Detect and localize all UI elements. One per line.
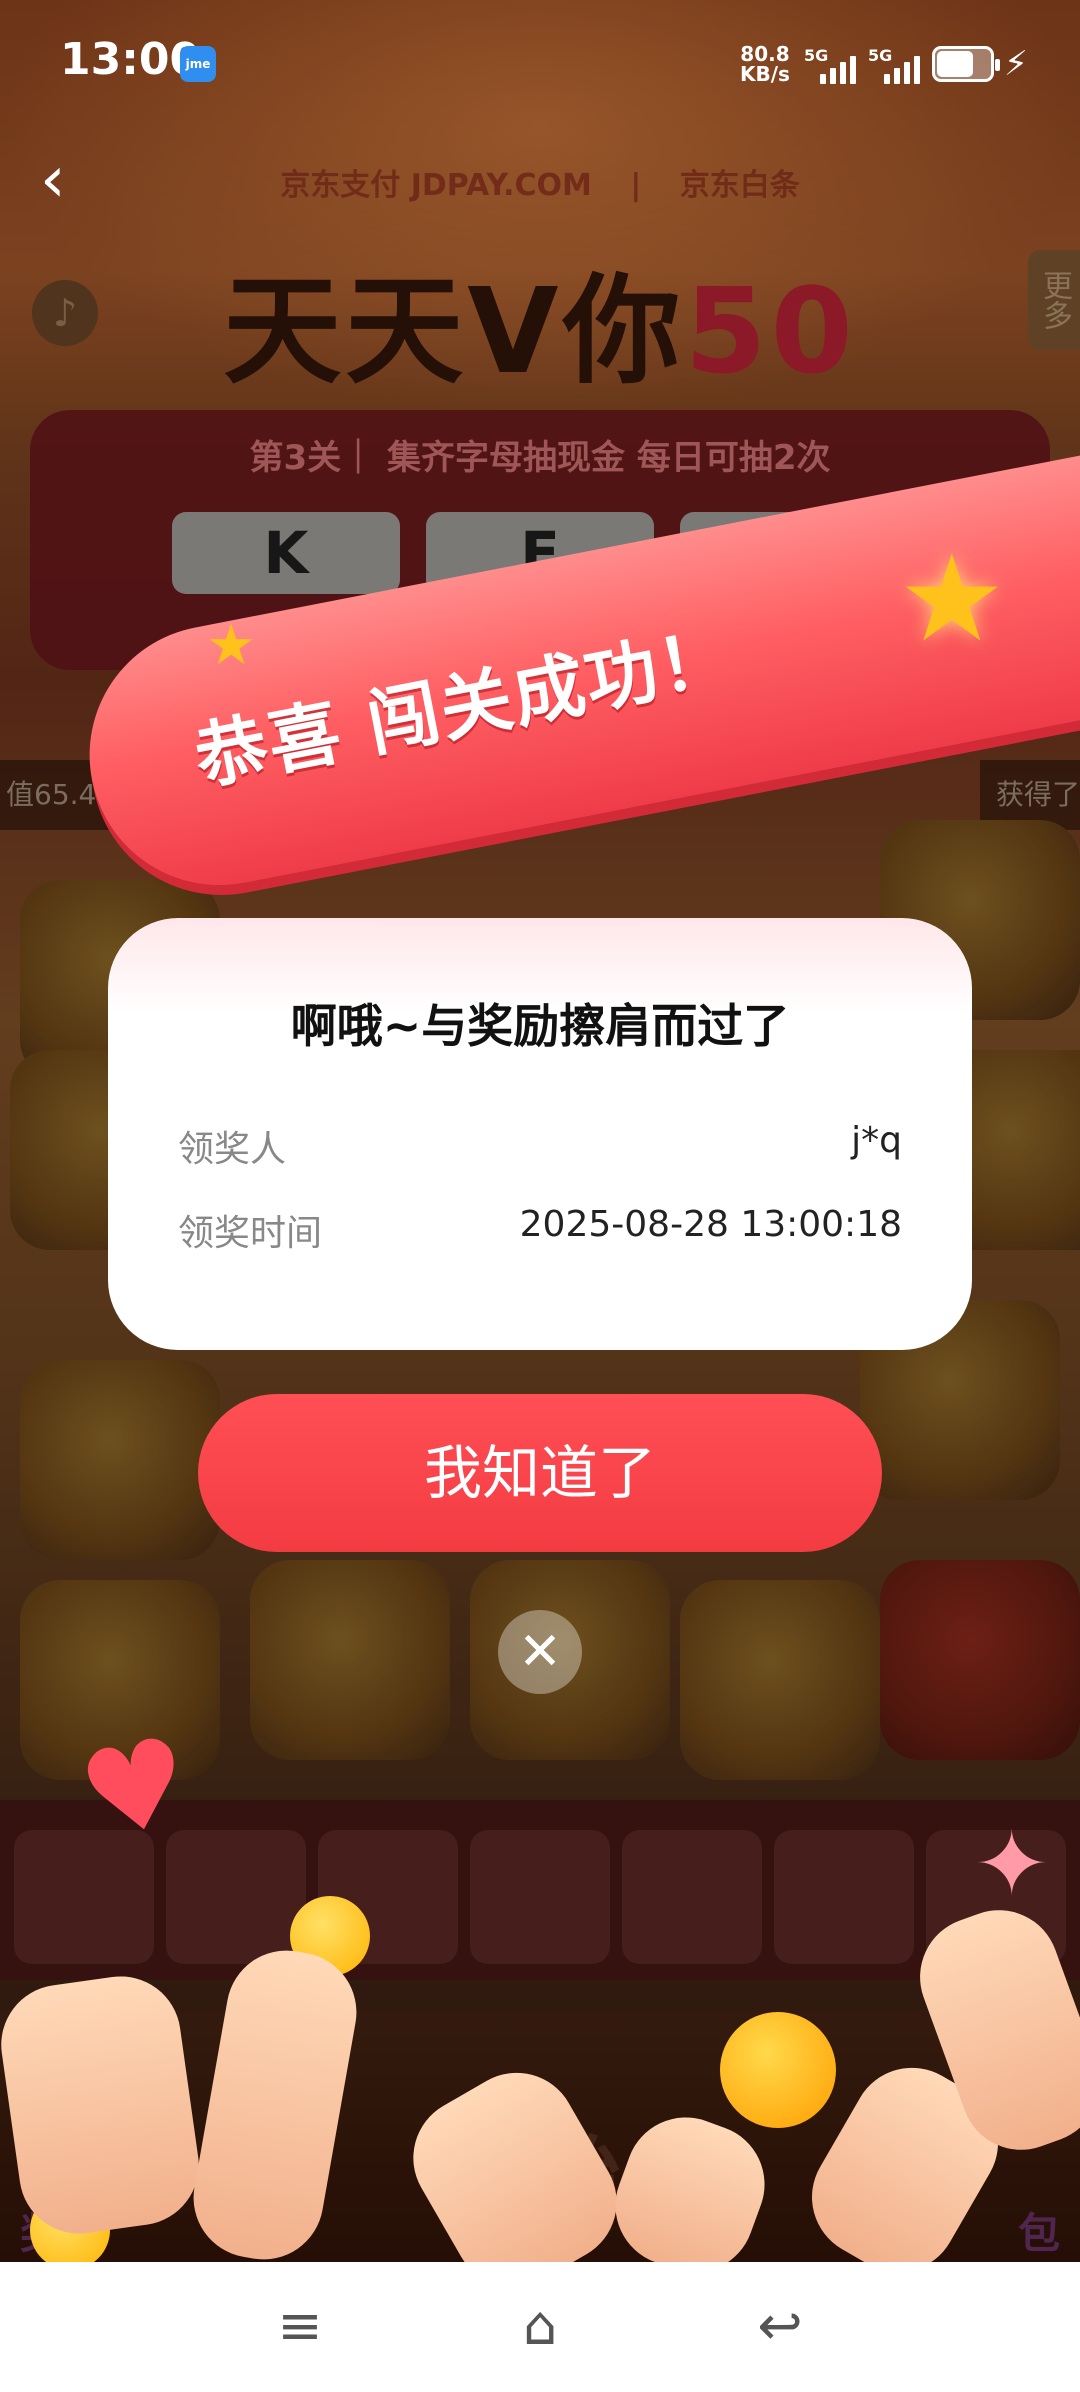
- sparkle-icon: ✦: [974, 1812, 1050, 1917]
- star-mascot-icon: ★: [898, 530, 1006, 669]
- winner-value: j*q: [851, 1120, 902, 1161]
- close-icon[interactable]: ✕: [498, 1610, 582, 1694]
- network-speed-value: 80.8: [740, 42, 790, 66]
- home-icon[interactable]: ⌂: [505, 2296, 575, 2356]
- status-bar: 13:00 jme 80.8 KB/s 5G 5G ⚡: [0, 0, 1080, 130]
- winner-label: 领奖人: [178, 1129, 287, 1170]
- sim1-label: 5G: [804, 46, 829, 65]
- back-icon[interactable]: ↩: [745, 2296, 815, 2356]
- menu-icon[interactable]: ≡: [265, 2296, 335, 2356]
- claim-time-label: 领奖时间: [178, 1213, 323, 1254]
- charging-bolt-icon: ⚡: [1004, 44, 1028, 84]
- network-speed: 80.8 KB/s: [740, 44, 790, 84]
- signal-icon: 5G: [804, 46, 864, 84]
- back-arrow-icon[interactable]: ‹: [40, 148, 100, 220]
- sim2-label: 5G: [868, 46, 893, 65]
- claim-time-value: 2025-08-28 13:00:18: [519, 1204, 902, 1245]
- signal-icon: 5G: [868, 46, 928, 84]
- small-star-icon: ★: [206, 613, 257, 678]
- dialog-title: 啊哦~与奖励擦肩而过了: [290, 999, 790, 1053]
- battery-icon: [932, 46, 1000, 82]
- network-speed-unit: KB/s: [740, 62, 790, 86]
- got-it-button[interactable]: 我知道了: [198, 1394, 882, 1552]
- app-notification-icon: jme: [180, 46, 216, 82]
- heart-eyes-emoji-icon: [720, 2012, 836, 2128]
